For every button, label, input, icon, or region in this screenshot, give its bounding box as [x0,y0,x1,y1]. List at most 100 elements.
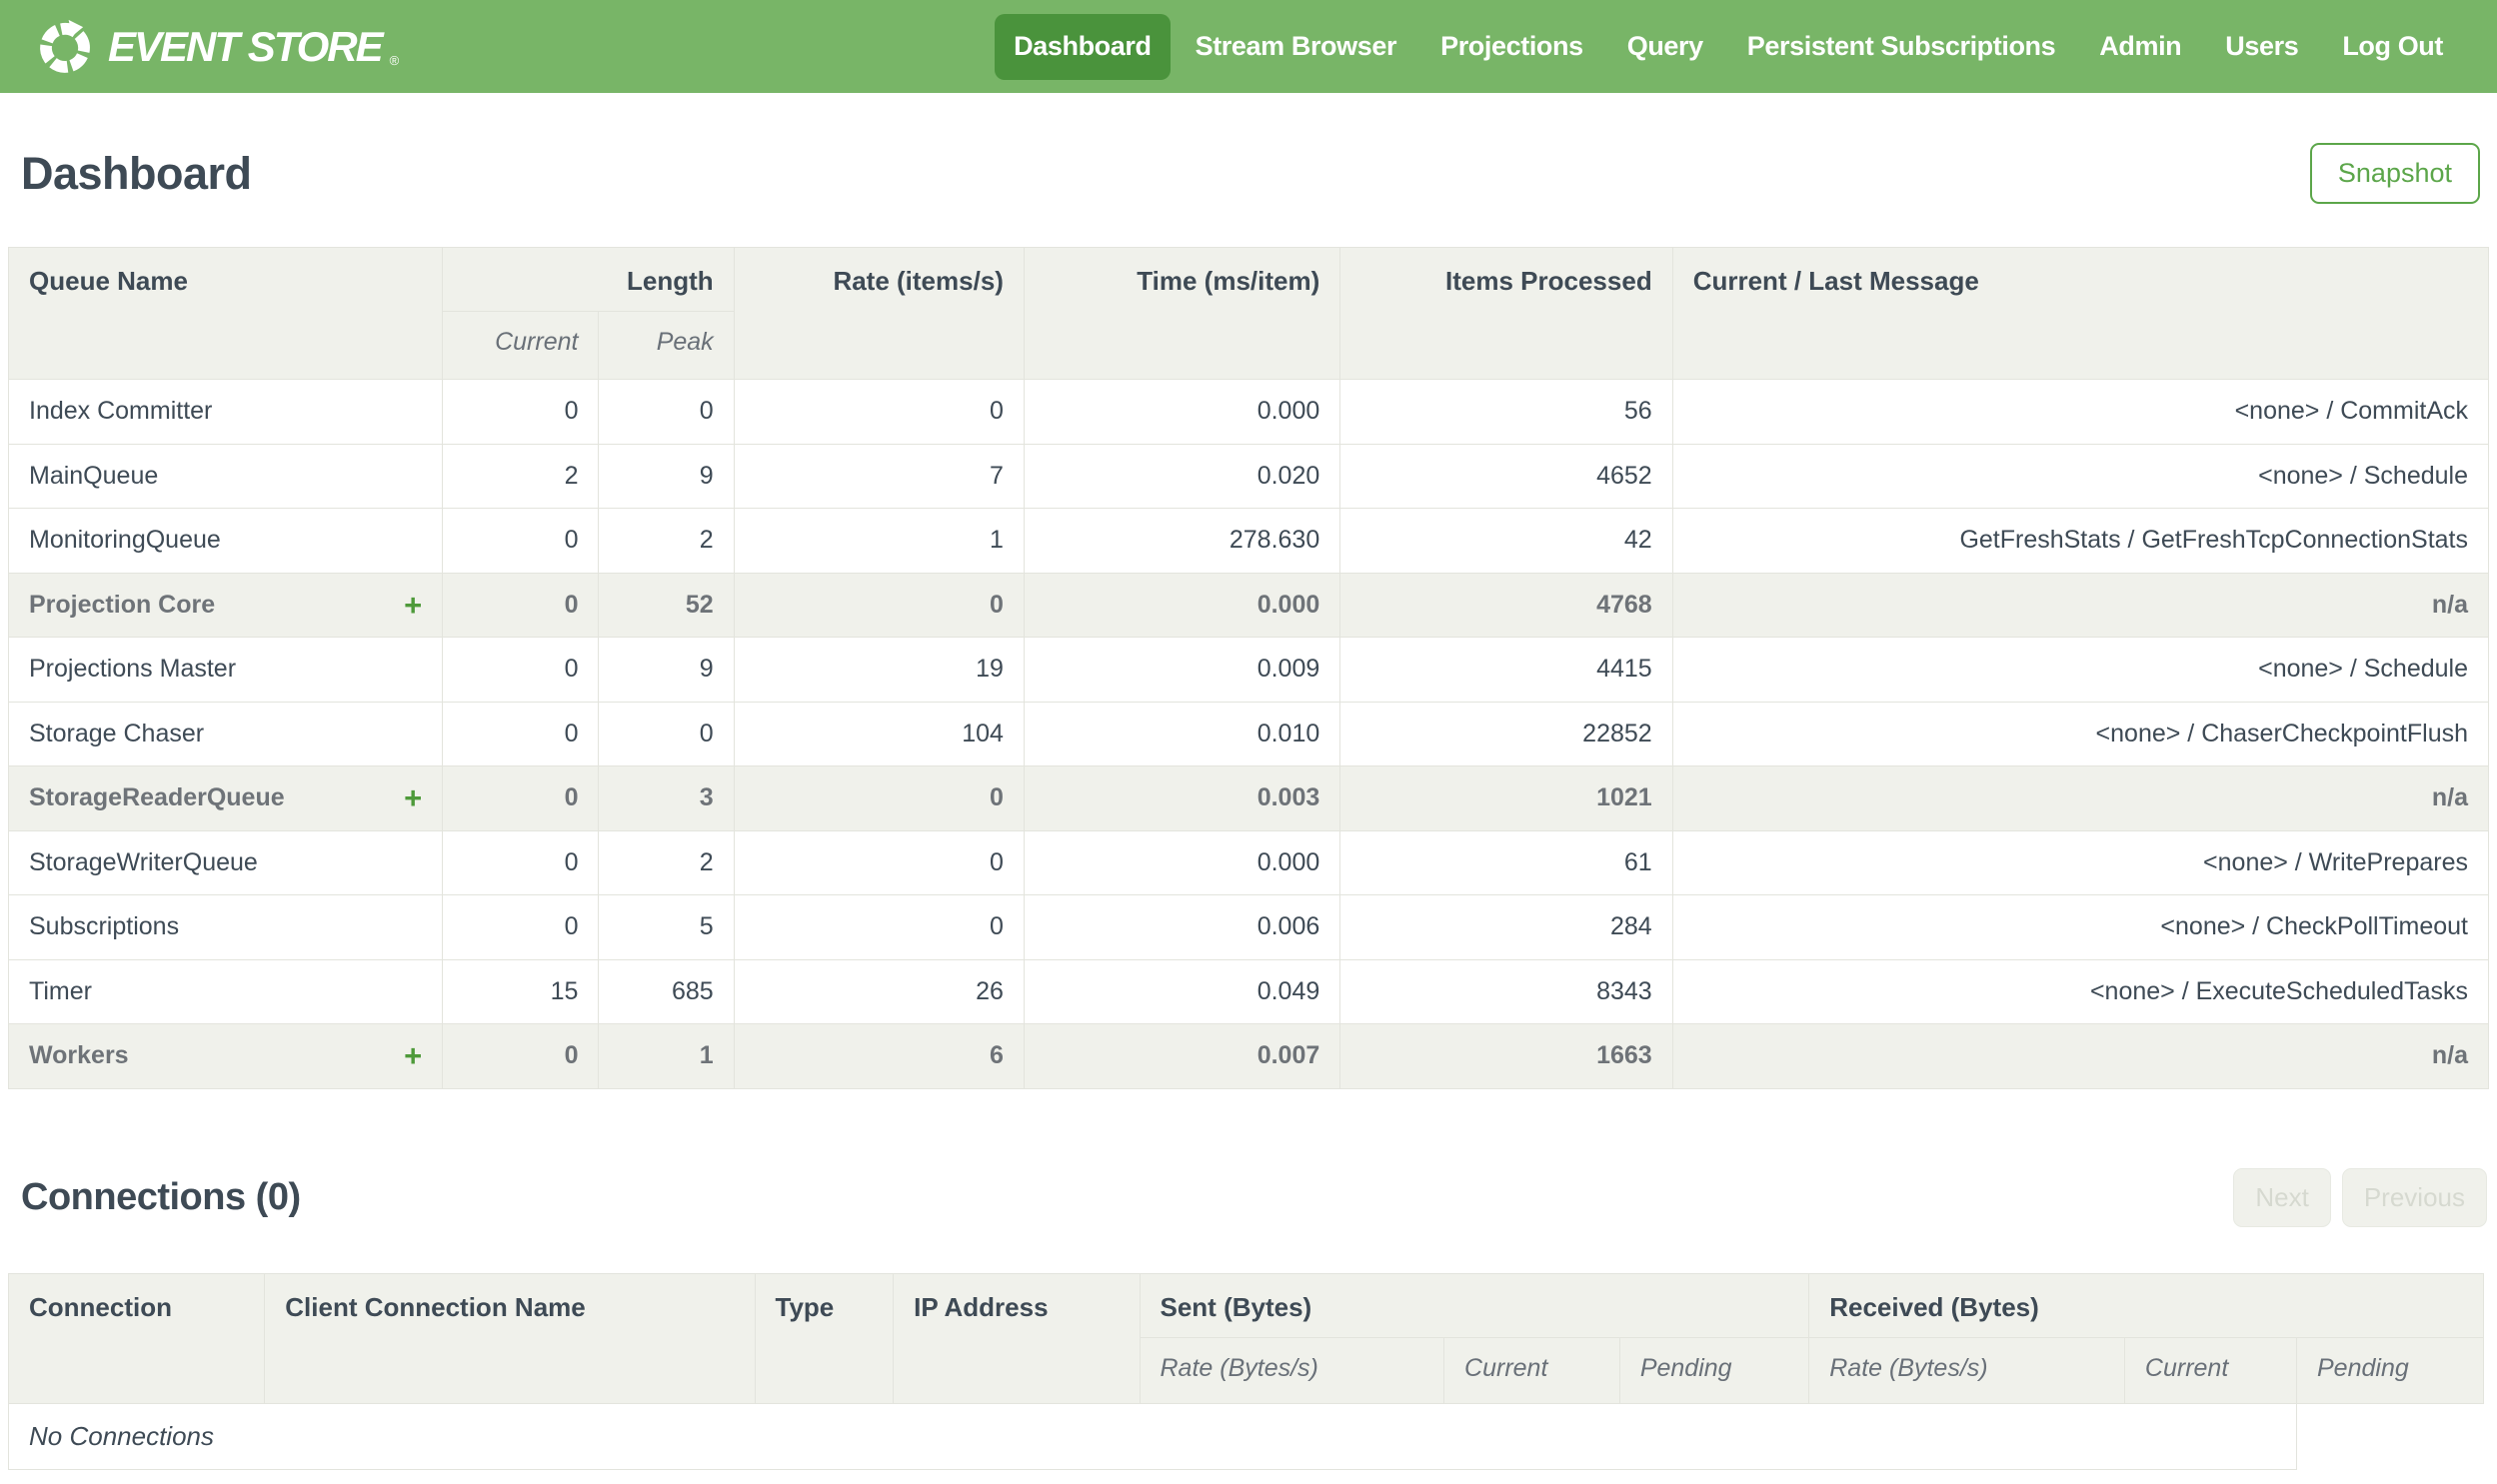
rate-cell: 0 [733,572,1025,638]
peak-cell: 0 [598,701,735,766]
queue-row-storage-chaser: Storage Chaser 0 0 104 0.010 22852 <none… [7,701,2490,766]
items-cell: 8343 [1339,958,1673,1024]
queue-name-cell: Index Committer [7,379,444,445]
queues-table: Queue Name Length Rate (items/s) Time (m… [7,247,2490,1089]
queue-name-cell: Projections Master [7,637,444,703]
queue-row-storage-writer-queue: StorageWriterQueue 0 2 0 0.000 61 <none>… [7,829,2490,895]
next-button[interactable]: Next [2233,1167,2331,1227]
time-header: Time (ms/item) [1023,247,1341,380]
message-cell: n/a [1671,572,2490,638]
items-cell: 4768 [1339,572,1673,638]
rate-cell: 19 [733,637,1025,703]
snapshot-button[interactable]: Snapshot [2309,143,2480,204]
queue-name: Index Committer [29,397,213,426]
queue-name: Workers [29,1041,129,1070]
queue-name: StorageWriterQueue [29,847,258,876]
queue-row-monitoring-queue: MonitoringQueue 0 2 1 278.630 42 GetFres… [7,508,2490,574]
queue-row-storage-reader-queue: StorageReaderQueue + 0 3 0 0.003 1021 n/a [7,765,2490,831]
message-cell: n/a [1671,1023,2490,1089]
previous-button[interactable]: Previous [2341,1167,2487,1227]
navbar: EVENT STORE ® Dashboard Stream Browser P… [0,0,2497,93]
page-title: Dashboard [21,147,252,199]
queue-name: MainQueue [29,461,159,490]
type-header: Type [754,1272,895,1404]
message-cell: <none> / Schedule [1671,637,2490,703]
expand-icon[interactable]: + [404,1040,422,1071]
brand[interactable]: EVENT STORE ® [36,18,399,76]
queue-name-cell: Storage Chaser [7,701,444,766]
message-cell: GetFreshStats / GetFreshTcpConnectionSta… [1671,508,2490,574]
received-bytes-header: Received (Bytes) [1808,1272,2484,1338]
queue-row-projection-core: Projection Core + 0 52 0 0.000 4768 n/a [7,572,2490,638]
items-cell: 284 [1339,894,1673,960]
nav-item-stream-browser[interactable]: Stream Browser [1177,14,1416,80]
queue-name: Projections Master [29,655,237,684]
current-cell: 0 [442,508,600,574]
queue-name-cell: StorageReaderQueue + [7,765,444,831]
queue-name-cell: Timer [7,958,444,1024]
peak-cell: 2 [598,829,735,895]
time-cell: 0.006 [1023,894,1341,960]
length-header: Length [442,247,735,312]
pagination: Next Previous [2233,1167,2487,1227]
nav-item-log-out[interactable]: Log Out [2323,14,2462,80]
registered-mark: ® [389,52,400,68]
time-cell: 0.007 [1023,1023,1341,1089]
nav-item-query[interactable]: Query [1608,14,1722,80]
current-cell: 0 [442,701,600,766]
peak-cell: 2 [598,508,735,574]
queue-row-projections-master: Projections Master 0 9 19 0.009 4415 <no… [7,637,2490,703]
current-cell: 0 [442,379,600,445]
expand-icon[interactable]: + [404,782,422,813]
nav-item-projections[interactable]: Projections [1421,14,1602,80]
received-rate-header: Rate (Bytes/s) [1808,1336,2125,1404]
page: Dashboard Snapshot Queue Name Length Rat… [0,93,2497,1470]
peak-cell: 1 [598,1023,735,1089]
message-cell: <none> / ChaserCheckpointFlush [1671,701,2490,766]
queue-name: StorageReaderQueue [29,783,285,812]
peak-cell: 685 [598,958,735,1024]
current-cell: 0 [442,572,600,638]
message-cell: <none> / ExecuteScheduledTasks [1671,958,2490,1024]
main-nav: Dashboard Stream Browser Projections Que… [995,0,2462,93]
connection-header: Connection [7,1272,266,1404]
queue-name-cell: MonitoringQueue [7,508,444,574]
ip-address-header: IP Address [893,1272,1141,1404]
time-cell: 0.009 [1023,637,1341,703]
nav-item-dashboard[interactable]: Dashboard [995,13,1171,80]
connections-header: Connections (0) Next Previous [21,1089,2487,1227]
nav-item-persistent-subscriptions[interactable]: Persistent Subscriptions [1728,14,2074,80]
nav-item-admin[interactable]: Admin [2080,14,2200,80]
rate-cell: 6 [733,1023,1025,1089]
items-cell: 4652 [1339,443,1673,509]
sent-current-header: Current [1443,1336,1620,1404]
current-cell: 0 [442,894,600,960]
time-cell: 0.049 [1023,958,1341,1024]
items-cell: 22852 [1339,701,1673,766]
event-store-logo-icon [36,18,94,76]
expand-icon[interactable]: + [404,590,422,621]
client-connection-name-header: Client Connection Name [264,1272,756,1404]
peak-cell: 52 [598,572,735,638]
received-pending-header: Pending [2296,1336,2484,1404]
message-cell: n/a [1671,765,2490,831]
nav-item-users[interactable]: Users [2206,14,2317,80]
items-cell: 42 [1339,508,1673,574]
current-cell: 0 [442,829,600,895]
rate-cell: 0 [733,765,1025,831]
items-cell: 61 [1339,829,1673,895]
no-connections-message: No Connections [8,1402,2297,1470]
rate-header: Rate (items/s) [733,247,1025,380]
time-cell: 278.630 [1023,508,1341,574]
time-cell: 0.000 [1023,572,1341,638]
items-cell: 4415 [1339,637,1673,703]
rate-cell: 0 [733,829,1025,895]
queue-row-workers: Workers + 0 1 6 0.007 1663 n/a [7,1023,2490,1089]
rate-cell: 104 [733,701,1025,766]
peak-cell: 5 [598,894,735,960]
current-cell: 15 [442,958,600,1024]
length-current-header: Current [442,311,600,380]
message-cell: <none> / Schedule [1671,443,2490,509]
queue-name: Storage Chaser [29,719,205,747]
queue-name-cell: Workers + [7,1023,444,1089]
